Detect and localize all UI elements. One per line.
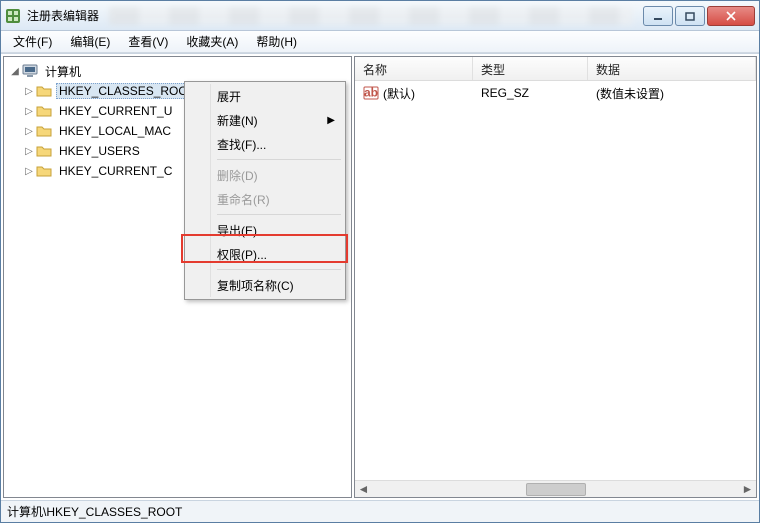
cm-expand[interactable]: 展开	[187, 84, 343, 108]
string-value-icon: ab	[363, 86, 379, 100]
cm-label: 展开	[217, 88, 241, 105]
submenu-arrow-icon: ▶	[327, 115, 335, 126]
cm-permissions[interactable]: 权限(P)...	[187, 242, 343, 266]
context-menu: 展开 新建(N) ▶ 查找(F)... 删除(D) 重命名(R) 导出(E) 权限…	[184, 81, 346, 300]
menu-view[interactable]: 查看(V)	[120, 31, 176, 52]
column-header-type[interactable]: 类型	[473, 57, 588, 80]
address-blur	[109, 7, 633, 25]
tree-node-label: HKEY_USERS	[56, 143, 143, 159]
cm-rename: 重命名(R)	[187, 187, 343, 211]
value-name: (默认)	[383, 85, 415, 102]
cm-export[interactable]: 导出(E)	[187, 218, 343, 242]
folder-icon	[36, 144, 52, 158]
column-header-name[interactable]: 名称	[355, 57, 473, 80]
cm-separator	[217, 159, 341, 160]
scroll-left-icon[interactable]: ◄	[355, 482, 372, 497]
window-controls	[643, 6, 755, 26]
scroll-right-icon[interactable]: ►	[739, 482, 756, 497]
cm-new[interactable]: 新建(N) ▶	[187, 108, 343, 132]
tree-root-label: 计算机	[42, 62, 84, 81]
expander-open-icon[interactable]: ◢	[8, 66, 22, 77]
expander-closed-icon[interactable]: ▷	[22, 166, 36, 177]
svg-text:ab: ab	[364, 86, 378, 100]
expander-closed-icon[interactable]: ▷	[22, 106, 36, 117]
list-row[interactable]: ab (默认) REG_SZ (数值未设置)	[355, 83, 756, 103]
window-title: 注册表编辑器	[27, 7, 99, 24]
titlebar: 注册表编辑器	[1, 1, 759, 31]
maximize-button[interactable]	[675, 6, 705, 26]
regedit-window: 注册表编辑器 文件(F) 编辑(E) 查看(V) 收藏夹(A) 帮助(H) ◢	[0, 0, 760, 523]
column-header-data[interactable]: 数据	[588, 57, 756, 80]
folder-icon	[36, 124, 52, 138]
tree-node-label: HKEY_CLASSES_ROOT	[56, 83, 198, 99]
menu-favorites[interactable]: 收藏夹(A)	[178, 31, 246, 52]
list-body: ab (默认) REG_SZ (数值未设置)	[355, 81, 756, 480]
cell-type: REG_SZ	[473, 86, 588, 100]
menu-file[interactable]: 文件(F)	[5, 31, 60, 52]
cm-separator	[217, 269, 341, 270]
tree-node-label: HKEY_LOCAL_MAC	[56, 123, 174, 139]
menu-edit[interactable]: 编辑(E)	[62, 31, 118, 52]
minimize-button[interactable]	[643, 6, 673, 26]
cm-label: 新建(N)	[217, 112, 258, 129]
cm-label: 删除(D)	[217, 167, 258, 184]
scroll-thumb[interactable]	[526, 483, 586, 496]
tree-root-computer[interactable]: ◢ 计算机	[6, 61, 349, 81]
cm-label: 重命名(R)	[217, 191, 270, 208]
folder-icon	[36, 164, 52, 178]
cell-name: ab (默认)	[355, 85, 473, 102]
cm-copy-key-name[interactable]: 复制项名称(C)	[187, 273, 343, 297]
expander-closed-icon[interactable]: ▷	[22, 146, 36, 157]
app-icon	[5, 8, 21, 24]
close-button[interactable]	[707, 6, 755, 26]
folder-icon	[36, 104, 52, 118]
menu-help[interactable]: 帮助(H)	[248, 31, 305, 52]
cm-delete: 删除(D)	[187, 163, 343, 187]
tree-node-label: HKEY_CURRENT_C	[56, 163, 175, 179]
values-pane: 名称 类型 数据 ab (默认) REG_SZ (数值未设置) ◄ ►	[354, 56, 757, 498]
cm-label: 复制项名称(C)	[217, 277, 294, 294]
cm-label: 查找(F)...	[217, 136, 266, 153]
cm-separator	[217, 214, 341, 215]
statusbar-path: 计算机\HKEY_CLASSES_ROOT	[7, 503, 182, 520]
cm-find[interactable]: 查找(F)...	[187, 132, 343, 156]
menubar: 文件(F) 编辑(E) 查看(V) 收藏夹(A) 帮助(H)	[1, 31, 759, 53]
computer-icon	[22, 64, 38, 78]
expander-closed-icon[interactable]: ▷	[22, 126, 36, 137]
expander-closed-icon[interactable]: ▷	[22, 86, 36, 97]
cell-data: (数值未设置)	[588, 85, 756, 102]
statusbar: 计算机\HKEY_CLASSES_ROOT	[1, 500, 759, 522]
cm-label: 权限(P)...	[217, 246, 267, 263]
cm-label: 导出(E)	[217, 222, 257, 239]
horizontal-scrollbar[interactable]: ◄ ►	[355, 480, 756, 497]
list-header: 名称 类型 数据	[355, 57, 756, 81]
client-area: ◢ 计算机 ▷ HKEY_CLASSES_ROOT ▷ HK	[1, 53, 759, 500]
tree-node-label: HKEY_CURRENT_U	[56, 103, 175, 119]
folder-icon	[36, 84, 52, 98]
